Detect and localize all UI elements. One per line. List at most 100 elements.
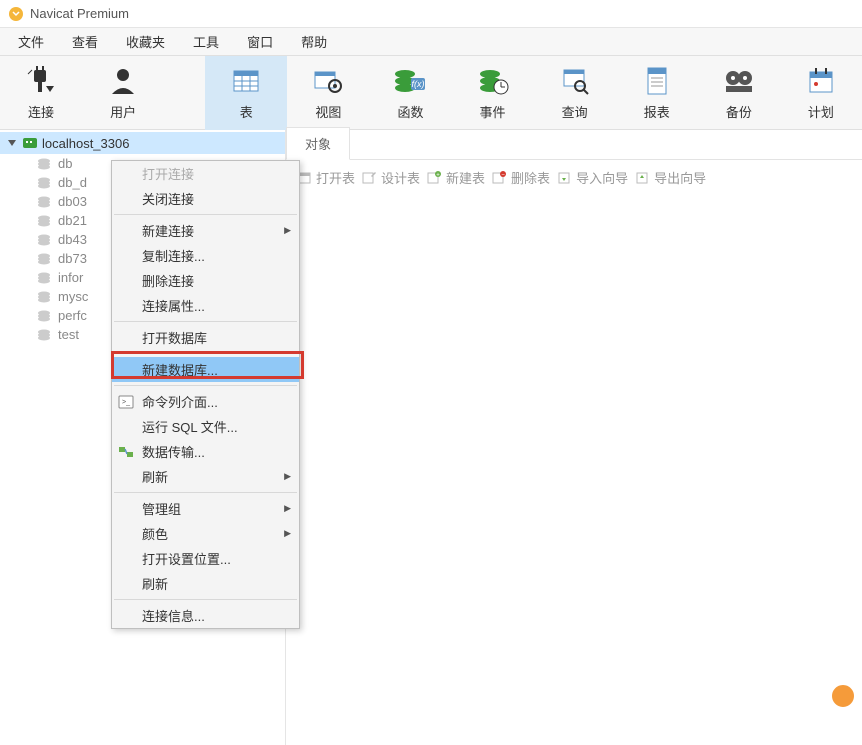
menu-file[interactable]: 文件 bbox=[4, 28, 58, 55]
menu-bar: 文件 查看 收藏夹 工具 窗口 帮助 bbox=[0, 28, 862, 56]
query-icon bbox=[558, 64, 592, 98]
cm-separator bbox=[114, 321, 297, 322]
delete-table-icon: − bbox=[491, 170, 507, 186]
action-row: 打开表 设计表 + 新建表 − 删除表 导入向导 导出向导 bbox=[286, 160, 862, 195]
menu-favorites[interactable]: 收藏夹 bbox=[112, 28, 179, 55]
cm-separator bbox=[114, 385, 297, 386]
cm-data-transfer[interactable]: 数据传输... bbox=[112, 439, 299, 464]
cm-color[interactable]: 颜色 bbox=[112, 521, 299, 546]
context-menu: 打开连接 关闭连接 新建连接 复制连接... 删除连接 连接属性... 打开数据… bbox=[111, 160, 300, 629]
db-name: mysc bbox=[58, 289, 88, 304]
toolbar-backup-button[interactable]: 备份 bbox=[698, 56, 780, 130]
toolbar-table-label: 表 bbox=[240, 102, 253, 121]
cm-new-connection[interactable]: 新建连接 bbox=[112, 218, 299, 243]
toolbar-report-label: 报表 bbox=[644, 102, 670, 121]
menu-tools[interactable]: 工具 bbox=[179, 28, 233, 55]
connection-icon bbox=[22, 135, 38, 151]
cm-data-transfer-label: 数据传输... bbox=[142, 442, 205, 461]
cm-manage-group[interactable]: 管理组 bbox=[112, 496, 299, 521]
db-name: perfc bbox=[58, 308, 87, 323]
toolbar-function-label: 函数 bbox=[397, 102, 423, 121]
app-title: Navicat Premium bbox=[30, 6, 129, 21]
toolbar-query-button[interactable]: 查询 bbox=[534, 56, 616, 130]
cm-delete-connection[interactable]: 删除连接 bbox=[112, 268, 299, 293]
action-import[interactable]: 导入向导 bbox=[556, 168, 628, 187]
cm-new-database[interactable]: 新建数据库... bbox=[112, 357, 299, 382]
cm-separator bbox=[114, 353, 297, 354]
toolbar-report-button[interactable]: 报表 bbox=[616, 56, 698, 130]
db-name: infor bbox=[58, 270, 83, 285]
action-new-table[interactable]: + 新建表 bbox=[426, 168, 485, 187]
report-icon bbox=[640, 64, 674, 98]
action-open-table[interactable]: 打开表 bbox=[296, 168, 355, 187]
cm-separator bbox=[114, 214, 297, 215]
main-pane: 对象 打开表 设计表 + 新建表 − 删除表 导入向导 bbox=[286, 130, 862, 745]
tree-connection-root[interactable]: localhost_3306 bbox=[0, 132, 285, 154]
menu-help[interactable]: 帮助 bbox=[287, 28, 341, 55]
toolbar: 连接 用户 表 视图 f(x) 函数 事件 查询 bbox=[0, 56, 862, 130]
database-icon bbox=[36, 272, 52, 284]
database-icon bbox=[36, 253, 52, 265]
action-design-table-label: 设计表 bbox=[381, 168, 420, 187]
toolbar-connect-button[interactable]: 连接 bbox=[0, 56, 82, 130]
toolbar-function-button[interactable]: f(x) 函数 bbox=[369, 56, 451, 130]
toolbar-table-button[interactable]: 表 bbox=[205, 56, 287, 130]
new-table-icon: + bbox=[426, 170, 442, 186]
view-icon bbox=[311, 64, 345, 98]
action-delete-table[interactable]: − 删除表 bbox=[491, 168, 550, 187]
export-icon bbox=[634, 170, 650, 186]
user-icon bbox=[106, 64, 140, 98]
cm-run-sql[interactable]: 运行 SQL 文件... bbox=[112, 414, 299, 439]
backup-icon bbox=[722, 64, 756, 98]
toolbar-user-label: 用户 bbox=[110, 102, 136, 121]
svg-text:f(x): f(x) bbox=[412, 79, 425, 89]
cm-open-database[interactable]: 打开数据库 bbox=[112, 325, 299, 350]
action-delete-table-label: 删除表 bbox=[511, 168, 550, 187]
cm-duplicate-connection[interactable]: 复制连接... bbox=[112, 243, 299, 268]
toolbar-user-button[interactable]: 用户 bbox=[82, 56, 164, 130]
cm-refresh-2[interactable]: 刷新 bbox=[112, 571, 299, 596]
calendar-icon bbox=[804, 64, 838, 98]
notification-badge[interactable] bbox=[830, 683, 856, 709]
import-icon bbox=[556, 170, 572, 186]
action-design-table[interactable]: 设计表 bbox=[361, 168, 420, 187]
cm-open-settings-location[interactable]: 打开设置位置... bbox=[112, 546, 299, 571]
table-icon bbox=[229, 64, 263, 98]
toolbar-backup-label: 备份 bbox=[726, 102, 752, 121]
action-export[interactable]: 导出向导 bbox=[634, 168, 706, 187]
app-icon bbox=[8, 6, 24, 22]
cm-refresh[interactable]: 刷新 bbox=[112, 464, 299, 489]
cm-connection-info[interactable]: 连接信息... bbox=[112, 603, 299, 628]
svg-text:−: − bbox=[501, 172, 505, 178]
terminal-icon: >_ bbox=[118, 394, 134, 410]
db-name: db03 bbox=[58, 194, 87, 209]
design-table-icon bbox=[361, 170, 377, 186]
transfer-icon bbox=[118, 444, 134, 460]
menu-view[interactable]: 查看 bbox=[58, 28, 112, 55]
db-name: db73 bbox=[58, 251, 87, 266]
action-export-label: 导出向导 bbox=[654, 168, 706, 187]
cm-open-connection[interactable]: 打开连接 bbox=[112, 161, 299, 186]
menu-window[interactable]: 窗口 bbox=[233, 28, 287, 55]
cm-command-line[interactable]: >_ 命令列介面... bbox=[112, 389, 299, 414]
toolbar-event-label: 事件 bbox=[480, 102, 506, 121]
cm-connection-properties[interactable]: 连接属性... bbox=[112, 293, 299, 318]
tab-objects[interactable]: 对象 bbox=[286, 127, 350, 160]
cm-separator bbox=[114, 599, 297, 600]
db-name: test bbox=[58, 327, 79, 342]
toolbar-connect-label: 连接 bbox=[28, 102, 54, 121]
cm-separator bbox=[114, 492, 297, 493]
tab-row: 对象 bbox=[286, 130, 862, 160]
action-new-table-label: 新建表 bbox=[446, 168, 485, 187]
chevron-down-icon[interactable] bbox=[6, 138, 18, 148]
toolbar-schedule-button[interactable]: 计划 bbox=[780, 56, 862, 130]
cm-close-connection[interactable]: 关闭连接 bbox=[112, 186, 299, 211]
database-icon bbox=[36, 215, 52, 227]
function-icon: f(x) bbox=[393, 64, 427, 98]
plug-icon bbox=[24, 64, 58, 98]
db-name: db43 bbox=[58, 232, 87, 247]
toolbar-event-button[interactable]: 事件 bbox=[452, 56, 534, 130]
svg-text:>_: >_ bbox=[122, 399, 130, 406]
toolbar-view-label: 视图 bbox=[315, 102, 341, 121]
toolbar-view-button[interactable]: 视图 bbox=[287, 56, 369, 130]
